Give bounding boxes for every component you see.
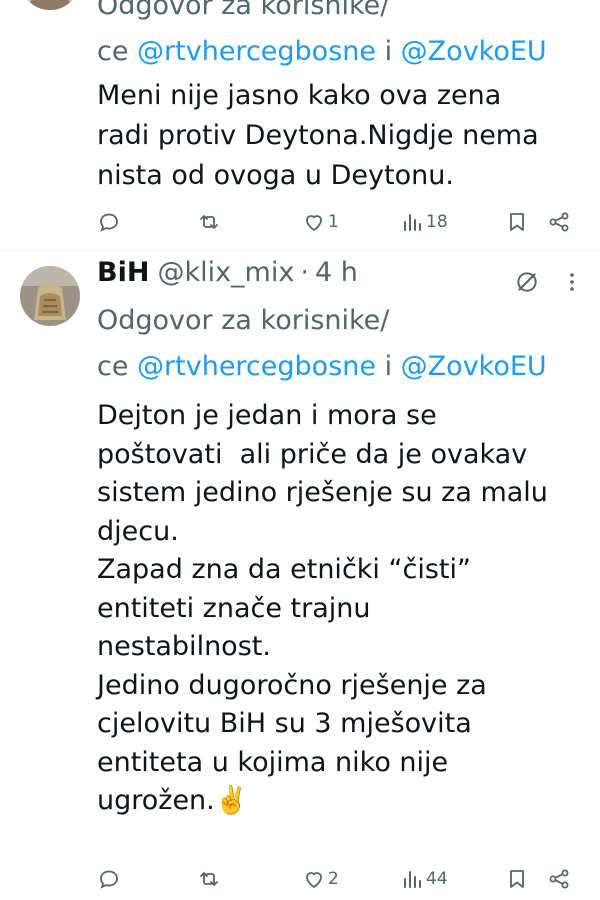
like-button[interactable]: 2: [302, 864, 339, 894]
bookmark-icon: [510, 870, 524, 888]
reply-prefix: Odgovor za korisnike/: [97, 0, 390, 21]
mention-link[interactable]: @rtvhercegbosne: [137, 351, 376, 382]
grok-icon: [517, 272, 537, 292]
retweet-icon: [200, 215, 218, 229]
like-icon: [306, 872, 322, 888]
views-icon: [404, 871, 421, 888]
share-button[interactable]: [547, 207, 571, 237]
mention-link[interactable]: @ZovkoEU: [401, 36, 547, 67]
reply-prefix-cont: ce: [97, 36, 138, 67]
timestamp[interactable]: 4 h: [315, 257, 358, 288]
reply-context-mentions: ce @rtvhercegbosne i @ZovkoEU: [97, 349, 592, 385]
header-actions: [514, 269, 578, 299]
reply-button[interactable]: [97, 207, 121, 237]
avatar-image: [20, 266, 80, 326]
tweet-text: Dejton je jedan i mora se poštovati ali …: [97, 400, 548, 816]
like-icon: [306, 215, 322, 231]
tweet-2[interactable]: BiH @klix_mix · 4 h Odgovor za korisnike…: [0, 251, 600, 900]
reply-button[interactable]: [97, 864, 121, 894]
reply-prefix: Odgovor za korisnike/: [97, 305, 390, 336]
and-word: i: [376, 36, 401, 67]
like-count: 2: [328, 869, 339, 889]
action-bar: 2 44: [97, 864, 577, 894]
and-word: i: [376, 351, 401, 382]
display-name[interactable]: BiH: [97, 257, 149, 288]
share-icon: [549, 869, 569, 889]
bookmark-button[interactable]: [505, 864, 529, 894]
share-icon: [549, 212, 569, 232]
avatar[interactable]: [20, 266, 80, 326]
tweet-1[interactable]: Odgovor za korisnike/ ce @rtvhercegbosne…: [0, 0, 600, 250]
bookmark-button[interactable]: [505, 207, 529, 237]
like-button[interactable]: 1: [302, 207, 339, 237]
reply-icon: [100, 213, 118, 232]
avatar-image: [27, 0, 73, 10]
views-button[interactable]: 44: [400, 864, 448, 894]
bookmark-icon: [510, 213, 524, 231]
action-bar: 1 18: [97, 207, 577, 237]
retweet-button[interactable]: [197, 864, 221, 894]
reply-context-mentions: ce @rtvhercegbosne i @ZovkoEU: [97, 34, 592, 70]
mention-link[interactable]: @rtvhercegbosne: [137, 36, 376, 67]
reply-prefix-cont: ce: [97, 351, 138, 382]
views-icon: [404, 214, 421, 231]
reply-context: Odgovor za korisnike/: [97, 303, 592, 339]
reply-icon: [100, 870, 118, 889]
handle[interactable]: @klix_mix: [157, 257, 294, 288]
tweet-text: Meni nije jasno kako ova zena radi proti…: [97, 80, 539, 191]
reply-context: Odgovor za korisnike/: [97, 0, 592, 24]
share-button[interactable]: [547, 864, 571, 894]
grok-button[interactable]: [514, 269, 540, 299]
views-count: 44: [426, 869, 448, 889]
retweet-button[interactable]: [197, 207, 221, 237]
more-icon: [570, 273, 574, 291]
views-button[interactable]: 18: [400, 207, 448, 237]
views-count: 18: [426, 212, 448, 232]
separator: ·: [300, 257, 309, 288]
retweet-icon: [200, 872, 218, 886]
avatar[interactable]: [20, 0, 80, 10]
like-count: 1: [328, 212, 339, 232]
more-button[interactable]: [566, 270, 578, 298]
mention-link[interactable]: @ZovkoEU: [401, 351, 547, 382]
